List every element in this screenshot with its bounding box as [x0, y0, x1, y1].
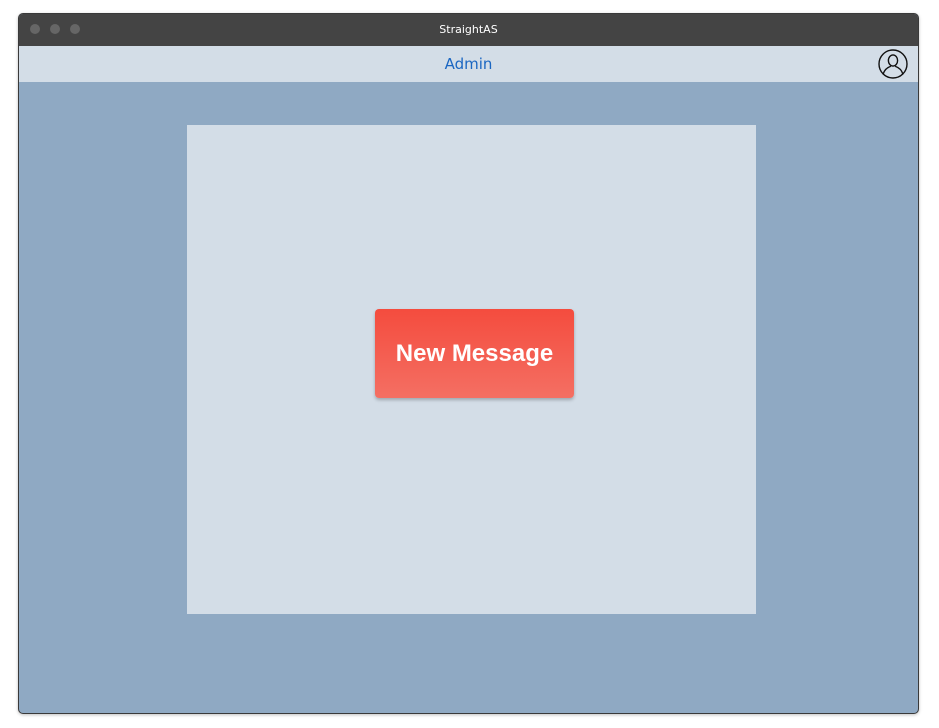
user-profile-icon [878, 49, 908, 79]
user-profile-button[interactable] [878, 49, 908, 79]
title-bar[interactable]: StraightAS [19, 14, 918, 46]
admin-nav-container: Admin [19, 46, 918, 82]
window-title: StraightAS [439, 23, 498, 36]
top-navbar: Admin [19, 46, 918, 82]
admin-link[interactable]: Admin [445, 55, 493, 73]
app-window: StraightAS Admin New Message [18, 13, 919, 714]
main-panel: New Message [187, 125, 756, 614]
new-message-button[interactable]: New Message [375, 309, 574, 398]
